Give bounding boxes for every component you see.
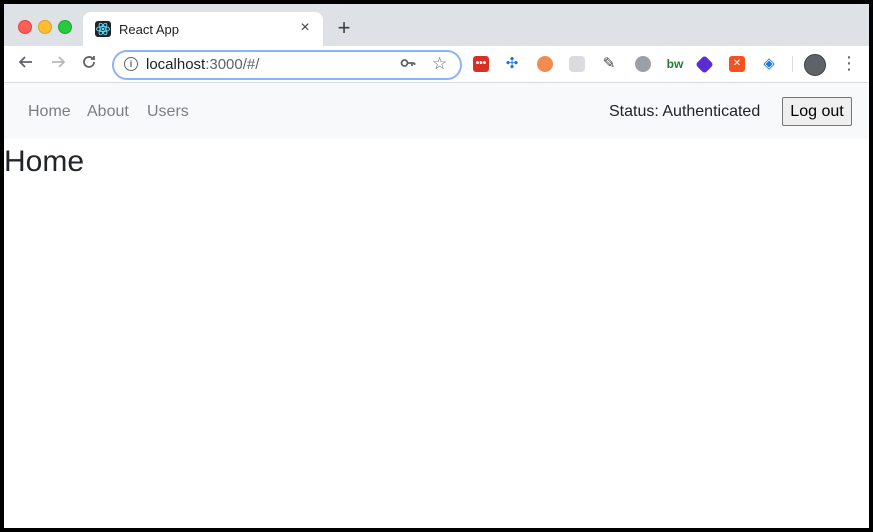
kebab-menu-icon[interactable]: ⋮ [840, 53, 858, 73]
key-icon[interactable] [400, 55, 416, 75]
layers-extension-icon[interactable]: ◈ [761, 56, 777, 72]
close-window-button[interactable] [18, 20, 32, 34]
nav-link-users[interactable]: Users [147, 103, 189, 121]
reload-icon[interactable] [78, 53, 100, 75]
circle-extension-icon[interactable] [635, 56, 651, 72]
bw-extension-icon[interactable]: bw [664, 56, 686, 72]
maximize-window-button[interactable] [58, 20, 72, 34]
bookmark-star-icon[interactable]: ☆ [432, 54, 447, 74]
new-tab-button[interactable]: + [334, 17, 354, 39]
back-arrow-icon[interactable] [15, 53, 37, 75]
page-title: Home [4, 145, 85, 178]
app-navbar: Home About Users Status: Authenticated L… [4, 83, 869, 139]
forward-arrow-icon[interactable] [47, 53, 69, 75]
url-text[interactable]: localhost:3000/#/ [146, 56, 259, 73]
info-icon[interactable]: i [124, 57, 138, 71]
purple-diamond-extension-icon[interactable] [695, 55, 714, 74]
puzzle-extension-icon[interactable]: ✣ [504, 56, 520, 72]
minimize-window-button[interactable] [38, 20, 52, 34]
logout-button[interactable]: Log out [782, 97, 852, 126]
orange-extension-icon[interactable]: ✕ [729, 56, 745, 72]
browser-toolbar: i localhost:3000/#/ ☆ ••• ✣ ✎ bw ✕ ◈ ⋮ [4, 46, 869, 83]
red-panda-extension-icon[interactable] [537, 56, 553, 72]
profile-avatar[interactable] [804, 54, 826, 76]
close-tab-icon[interactable]: × [297, 20, 313, 36]
tab-title: React App [119, 22, 179, 37]
url-path: :3000/#/ [205, 56, 260, 73]
url-host: localhost [146, 56, 206, 73]
tab-react-app[interactable]: React App × [83, 12, 323, 46]
address-bar[interactable]: i localhost:3000/#/ ☆ [112, 50, 462, 80]
nav-link-about[interactable]: About [87, 103, 129, 121]
tab-strip: React App × + [4, 4, 869, 46]
nav-link-home[interactable]: Home [28, 103, 71, 121]
lastpass-extension-icon[interactable]: ••• [473, 56, 489, 72]
browser-window: React App × + i localhost:3000/#/ ☆ ••• … [4, 4, 869, 528]
cloud-extension-icon[interactable] [569, 56, 585, 72]
page-content: Home About Users Status: Authenticated L… [4, 83, 869, 528]
auth-status: Status: Authenticated [609, 103, 761, 120]
toolbar-divider [792, 56, 793, 72]
eyedropper-extension-icon[interactable]: ✎ [601, 56, 617, 72]
react-logo-icon [95, 21, 111, 37]
